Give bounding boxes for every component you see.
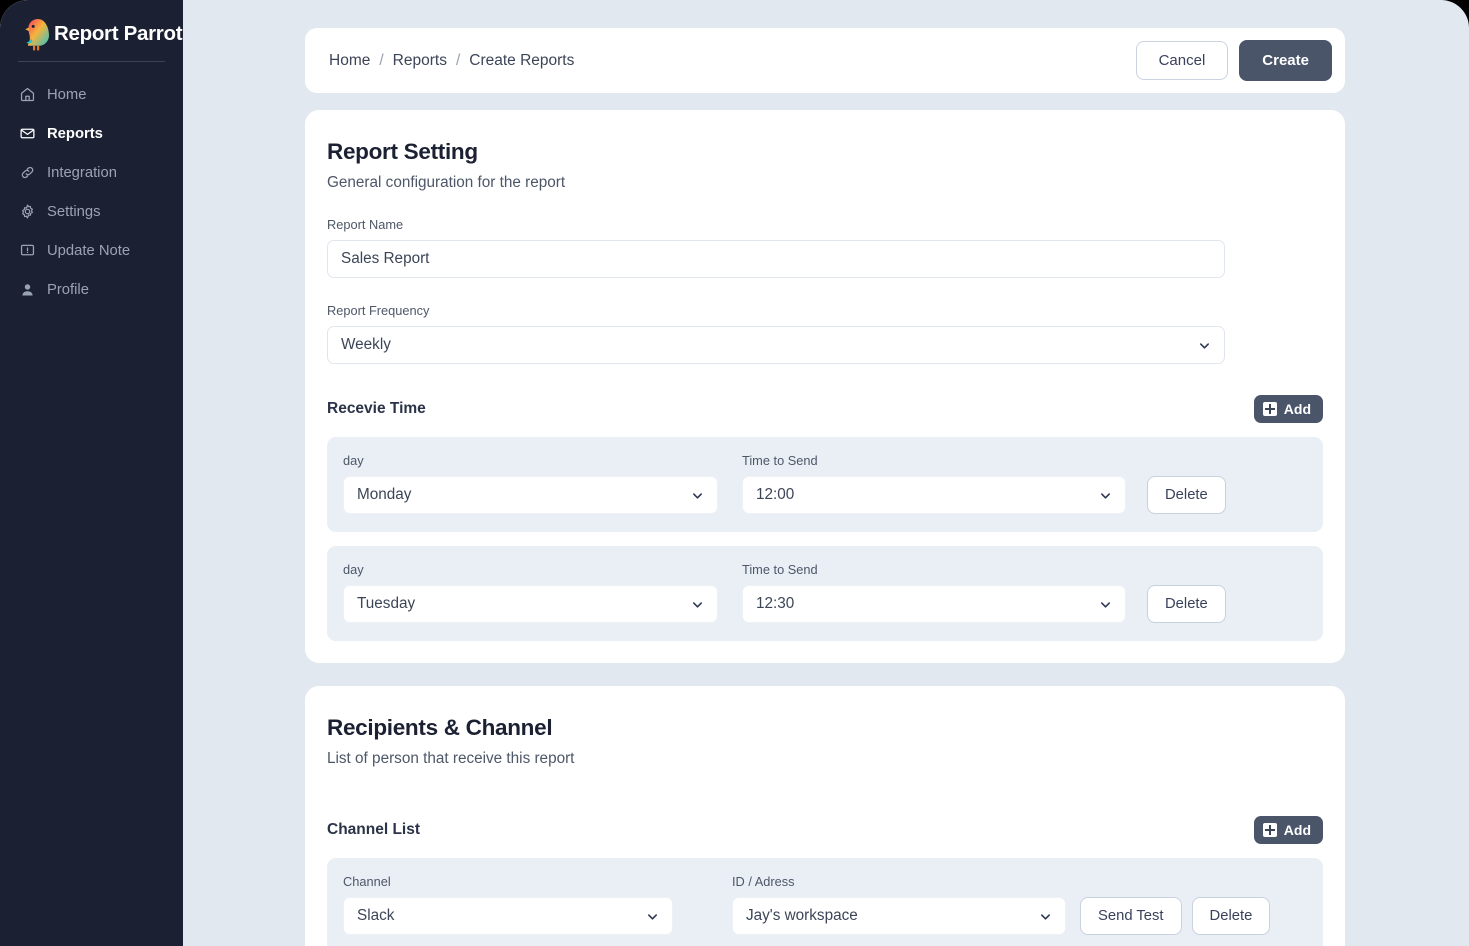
add-channel-button[interactable]: Add: [1253, 816, 1323, 844]
header-bar: Home / Reports / Create Reports Cancel C…: [305, 28, 1345, 93]
day-field: day Tuesday: [343, 562, 718, 623]
add-button-label: Add: [1283, 401, 1311, 417]
sidebar-item-integration[interactable]: Integration: [0, 153, 183, 192]
breadcrumb-separator: /: [455, 51, 461, 69]
person-icon: [19, 281, 36, 298]
report-name-input[interactable]: Sales Report: [327, 240, 1225, 278]
channel-value: Slack: [357, 907, 395, 924]
channel-row: Channel Slack ID / Adress Jay's workspac…: [327, 858, 1323, 946]
link-icon: [19, 164, 36, 181]
add-receive-time-button[interactable]: Add: [1253, 395, 1323, 423]
report-frequency-label: Report Frequency: [327, 303, 430, 318]
report-setting-title: Report Setting: [327, 139, 478, 164]
gear-icon: [19, 203, 36, 220]
report-frequency-value: Weekly: [341, 336, 391, 353]
time-to-send-label: Time to Send: [742, 453, 818, 468]
chevron-down-icon: [1099, 489, 1112, 502]
envelope-icon: [19, 125, 36, 142]
sidebar-item-label: Settings: [47, 203, 101, 220]
time-to-send-label: Time to Send: [742, 562, 818, 577]
day-label: day: [343, 562, 364, 577]
day-select[interactable]: Monday: [343, 476, 718, 514]
recipients-subtitle: List of person that receive this report: [327, 750, 575, 767]
sidebar-nav: Home Reports Integration Settings Update…: [0, 62, 183, 309]
book-note-icon: [19, 242, 36, 259]
time-to-send-select[interactable]: 12:30: [742, 585, 1126, 623]
channel-label: Channel: [343, 874, 391, 889]
breadcrumb-item-create-reports[interactable]: Create Reports: [469, 52, 574, 70]
chevron-down-icon: [646, 910, 659, 923]
chevron-down-icon: [1198, 339, 1211, 352]
chevron-down-icon: [1099, 598, 1112, 611]
report-name-field: Report Name Sales Report: [327, 217, 1323, 278]
breadcrumb-item-home[interactable]: Home: [329, 52, 370, 70]
channel-list-label: Channel List: [327, 821, 421, 838]
receive-time-row: day Tuesday Time to Send 12:30 Delete: [327, 546, 1323, 641]
address-field: ID / Adress Jay's workspace: [732, 874, 1066, 935]
chevron-down-icon: [691, 598, 704, 611]
sidebar-item-label: Integration: [47, 164, 117, 181]
time-to-send-value: 12:00: [756, 486, 795, 503]
report-setting-card: Report Setting General configuration for…: [305, 110, 1345, 663]
delete-channel-button[interactable]: Delete: [1191, 897, 1271, 935]
report-name-label: Report Name: [327, 217, 404, 232]
plus-icon: [1262, 823, 1277, 837]
time-to-send-field: Time to Send 12:30: [742, 562, 1126, 623]
parrot-logo-icon: [18, 15, 52, 53]
address-label: ID / Adress: [732, 874, 795, 889]
channel-field: Channel Slack: [343, 874, 673, 935]
sidebar-item-update-note[interactable]: Update Note: [0, 231, 183, 270]
row-actions: Delete: [1147, 476, 1226, 514]
cancel-button[interactable]: Cancel: [1135, 41, 1229, 80]
delete-receive-time-button[interactable]: Delete: [1147, 585, 1226, 623]
time-to-send-value: 12:30: [756, 595, 795, 612]
breadcrumb-separator: /: [379, 51, 384, 69]
breadcrumb-item-reports[interactable]: Reports: [393, 52, 447, 70]
send-test-button[interactable]: Send Test: [1080, 897, 1182, 935]
create-button[interactable]: Create: [1239, 40, 1332, 81]
recipients-channel-card: Recipients & Channel List of person that…: [305, 686, 1345, 946]
sidebar: Report Parrot Home Reports Integration S…: [0, 0, 183, 946]
receive-time-label: Recevie Time: [327, 400, 426, 417]
app-window: Report Parrot Home Reports Integration S…: [0, 0, 1469, 946]
sidebar-item-home[interactable]: Home: [0, 75, 183, 114]
main-content: Home / Reports / Create Reports Cancel C…: [183, 0, 1469, 946]
channel-select[interactable]: Slack: [343, 897, 673, 935]
report-frequency-select[interactable]: Weekly: [327, 326, 1225, 364]
sidebar-item-settings[interactable]: Settings: [0, 192, 183, 231]
sidebar-item-label: Home: [47, 86, 87, 103]
address-select[interactable]: Jay's workspace: [732, 897, 1066, 935]
day-select[interactable]: Tuesday: [343, 585, 718, 623]
add-button-label: Add: [1283, 822, 1311, 838]
delete-receive-time-button[interactable]: Delete: [1147, 476, 1226, 514]
recipients-title: Recipients & Channel: [327, 715, 553, 740]
brand: Report Parrot: [0, 0, 183, 52]
brand-name: Report Parrot: [54, 22, 183, 45]
receive-time-row: day Monday Time to Send 12:00 Delete: [327, 437, 1323, 532]
chevron-down-icon: [691, 489, 704, 502]
sidebar-item-label: Update Note: [47, 242, 131, 259]
time-to-send-select[interactable]: 12:00: [742, 476, 1126, 514]
sidebar-item-label: Reports: [47, 125, 103, 142]
sidebar-item-reports[interactable]: Reports: [0, 114, 183, 153]
day-field: day Monday: [343, 453, 718, 514]
row-actions: Send Test Delete: [1080, 897, 1271, 935]
home-icon: [19, 86, 36, 103]
day-value: Monday: [357, 486, 412, 503]
sidebar-item-label: Profile: [47, 281, 89, 298]
breadcrumb: Home / Reports / Create Reports: [329, 52, 574, 70]
chevron-down-icon: [1039, 910, 1052, 923]
time-to-send-field: Time to Send 12:00: [742, 453, 1126, 514]
receive-time-header: Recevie Time Add: [327, 395, 1323, 423]
address-value: Jay's workspace: [746, 907, 858, 924]
header-actions: Cancel Create: [1135, 40, 1332, 81]
channel-list-header: Channel List Add: [327, 816, 1323, 844]
sidebar-item-profile[interactable]: Profile: [0, 270, 183, 309]
report-setting-subtitle: General configuration for the report: [327, 174, 566, 191]
day-label: day: [343, 453, 364, 468]
plus-icon: [1262, 402, 1277, 416]
report-frequency-field: Report Frequency Weekly: [327, 303, 1323, 364]
row-actions: Delete: [1147, 585, 1226, 623]
day-value: Tuesday: [357, 595, 416, 612]
